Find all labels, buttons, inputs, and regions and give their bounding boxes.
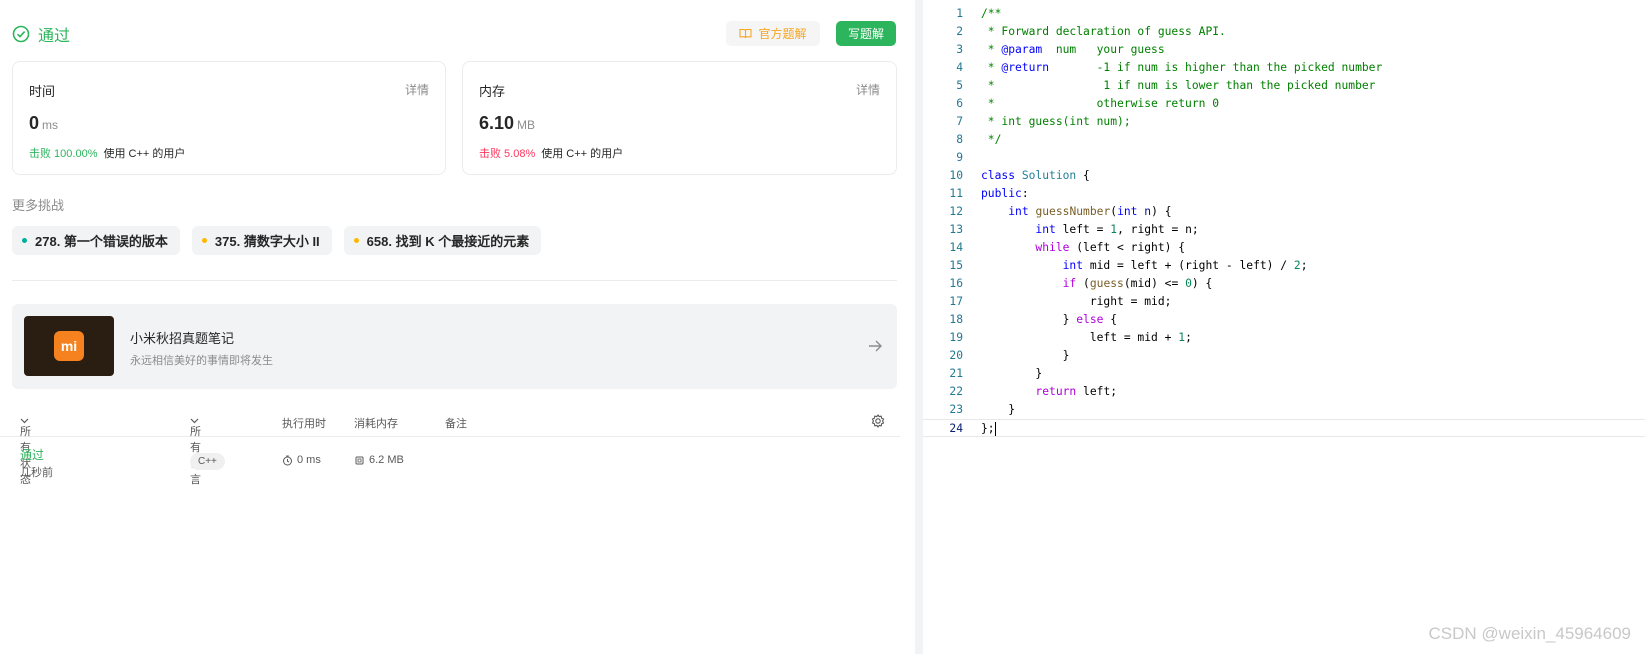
runtime-beat: 击败 100.00% 使用 C++ 的用户 [29, 148, 186, 160]
result-status: 通过 [12, 22, 70, 46]
watermark: CSDN @weixin_45964609 [1428, 624, 1631, 643]
official-solution-label: 官方题解 [758, 27, 807, 41]
chip-icon [355, 456, 364, 464]
memory-value: 6.10 MB [479, 113, 536, 133]
panel-splitter[interactable] [915, 0, 923, 654]
runtime-value: 0 ms [29, 113, 59, 133]
banner-title: 小米秋招真题笔记 [130, 331, 235, 346]
write-solution-button[interactable]: 写题解 [836, 21, 896, 46]
challenge-tag[interactable]: 658. 找到 K 个最接近的元素 [343, 226, 542, 255]
submission-time-ago: 几秒前 [20, 467, 53, 479]
runtime-detail-link[interactable]: 详情 [405, 81, 429, 98]
submission-memory: 6.2 MB [354, 454, 404, 466]
official-solution-button[interactable]: 官方题解 [726, 21, 820, 46]
runtime-column: 执行用时 [282, 418, 326, 430]
promo-banner[interactable]: mi 小米秋招真题笔记 永远相信美好的事情即将发生 [12, 304, 897, 389]
book-icon [739, 28, 753, 39]
divider [12, 280, 897, 281]
memory-detail-link[interactable]: 详情 [856, 81, 880, 98]
challenge-tag[interactable]: 278. 第一个错误的版本 [12, 226, 180, 255]
arrow-right-icon [869, 340, 882, 352]
submission-runtime: 0 ms [282, 454, 321, 466]
challenge-list: 278. 第一个错误的版本 375. 猜数字大小 II 658. 找到 K 个最… [12, 226, 542, 255]
difficulty-dot [22, 238, 27, 243]
status-filter[interactable]: 所有状态 [20, 415, 31, 486]
result-panel: 通过 官方题解 写题解 时间 详情 0 ms 击败 100.00% 使用 C++ 的… [0, 0, 915, 654]
code-editor[interactable]: 1/** 2 * Forward declaration of guess AP… [923, 0, 1645, 654]
status-label: 通过 [38, 28, 71, 45]
memory-card: 内存 详情 6.10 MB 击败 5.08% 使用 C++ 的用户 [462, 61, 897, 175]
language-filter[interactable]: 所有语言 [190, 415, 201, 486]
difficulty-dot [201, 238, 207, 243]
runtime-title: 时间 [29, 84, 56, 99]
language-badge: C++ [190, 453, 225, 470]
clock-icon [283, 455, 292, 465]
xiaomi-logo: mi [24, 316, 114, 376]
submission-list-header: 所有状态 所有语言 执行用时 消耗内存 备注 [0, 407, 900, 486]
submission-row[interactable]: 通过 几秒前 C++ 0 ms 6.2 MB [0, 446, 900, 486]
gear-icon[interactable] [871, 414, 885, 428]
challenge-tag[interactable]: 375. 猜数字大小 II [191, 226, 332, 255]
memory-column: 消耗内存 [354, 418, 398, 430]
memory-title: 内存 [479, 84, 506, 99]
difficulty-dot [353, 238, 359, 243]
more-challenges-title: 更多挑战 [12, 198, 65, 213]
submission-status[interactable]: 通过 [20, 446, 44, 463]
check-circle-icon [12, 25, 30, 43]
runtime-card: 时间 详情 0 ms 击败 100.00% 使用 C++ 的用户 [12, 61, 446, 175]
banner-subtitle: 永远相信美好的事情即将发生 [130, 355, 273, 367]
memory-beat: 击败 5.08% 使用 C++ 的用户 [479, 148, 624, 160]
notes-column: 备注 [445, 418, 467, 430]
